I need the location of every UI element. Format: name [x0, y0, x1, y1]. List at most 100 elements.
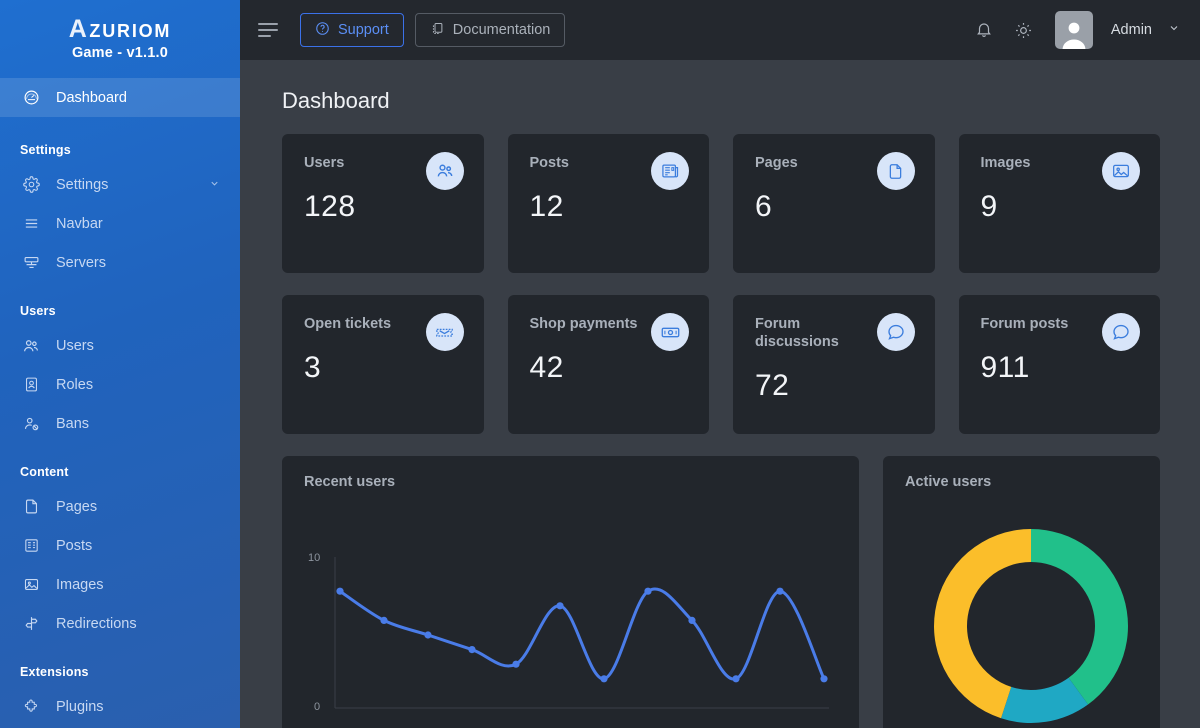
- charts-row: Recent users 10 0 Active users: [282, 456, 1160, 728]
- stat-card-users[interactable]: Users 128: [282, 134, 484, 273]
- documentation-button[interactable]: Documentation: [414, 13, 566, 47]
- menu-lines-icon: [20, 214, 42, 234]
- line-chart-point: [424, 631, 432, 639]
- users-icon: [425, 152, 464, 190]
- hamburger-icon[interactable]: [258, 16, 286, 44]
- sidebar-item-settings[interactable]: Settings: [0, 165, 240, 204]
- sidebar-item-plugins[interactable]: Plugins: [0, 687, 240, 726]
- comment-icon: [1102, 313, 1140, 351]
- chevron-down-icon: [209, 177, 220, 193]
- book-icon: [430, 21, 445, 40]
- brand-mark-letter: A: [68, 15, 89, 43]
- dashboard-content: Dashboard Users 128 Posts 12 Pages 6 Ima…: [240, 60, 1200, 728]
- image-icon: [20, 575, 42, 595]
- line-chart-point: [468, 646, 476, 654]
- sidebar-section-content: Content: [20, 465, 69, 479]
- sidebar-item-label: Pages: [56, 498, 98, 515]
- stat-cards-row-1: Users 128 Posts 12 Pages 6 Images 9: [282, 134, 1160, 273]
- stat-cards-row-2: Open tickets 3 Shop payments 42 Forum di…: [282, 295, 1160, 434]
- sidebar-item-label: Redirections: [56, 615, 137, 632]
- sidebar-item-posts[interactable]: Posts: [0, 526, 240, 565]
- stat-card-forum-discussions[interactable]: Forum discussions 72: [733, 295, 935, 434]
- stat-card-value: 128: [304, 190, 356, 224]
- sidebar-item-label: Plugins: [56, 698, 104, 715]
- roles-badge-icon: [20, 375, 42, 395]
- chart-title: Recent users: [304, 474, 396, 490]
- sidebar-item-images[interactable]: Images: [0, 565, 240, 604]
- stat-card-value: 911: [980, 351, 1030, 385]
- sidebar-section-extensions: Extensions: [20, 665, 89, 679]
- active-users-chart-card: Active users: [883, 456, 1160, 728]
- sidebar-item-roles[interactable]: Roles: [0, 365, 240, 404]
- documentation-button-label: Documentation: [452, 22, 551, 38]
- stat-card-label: Open tickets: [304, 316, 392, 332]
- sidebar-item-label: Images: [56, 576, 104, 593]
- puzzle-icon: [20, 697, 42, 717]
- sidebar-item-servers[interactable]: Servers: [0, 243, 240, 282]
- stat-card-value: 42: [529, 351, 564, 385]
- image-icon: [1102, 152, 1140, 190]
- line-chart-point: [644, 587, 652, 595]
- brand-wordmark: A ZURIOM: [69, 17, 171, 42]
- comment-icon: [876, 313, 915, 351]
- support-button-label: Support: [338, 22, 389, 38]
- user-avatar-icon: [1062, 22, 1086, 49]
- line-chart-point: [732, 675, 740, 683]
- question-circle-icon: [315, 21, 330, 40]
- stat-card-value: 72: [755, 369, 790, 403]
- stat-card-value: 3: [304, 351, 322, 385]
- sidebar-item-redirections[interactable]: Redirections: [0, 604, 240, 643]
- stat-card-images[interactable]: Images 9: [958, 134, 1160, 273]
- sidebar-item-label: Navbar: [56, 215, 103, 232]
- chevron-down-icon[interactable]: [1168, 21, 1180, 39]
- signpost-icon: [20, 614, 42, 634]
- app-root: A ZURIOM Game - v1.1.0 Dashboard Settings: [0, 0, 1200, 728]
- support-button[interactable]: Support: [300, 13, 404, 47]
- stat-card-pages[interactable]: Pages 6: [733, 134, 935, 273]
- line-chart-point: [512, 660, 520, 668]
- stat-card-forum-posts[interactable]: Forum posts 911: [958, 295, 1160, 434]
- line-chart-point: [556, 602, 564, 610]
- sidebar-item-dashboard[interactable]: Dashboard: [0, 78, 240, 117]
- stat-card-shop-payments[interactable]: Shop payments 42: [507, 295, 709, 434]
- server-icon: [20, 253, 42, 273]
- stat-card-label: Forum discussions: [755, 316, 839, 351]
- line-chart-body: 10 0: [304, 496, 839, 728]
- sidebar-item-bans[interactable]: Bans: [0, 404, 240, 443]
- dashboard-icon: [20, 88, 42, 108]
- users-icon: [20, 336, 42, 356]
- donut-slice: [1031, 529, 1128, 705]
- bell-icon[interactable]: [967, 13, 1001, 47]
- main-area: Support Documentation Admin Dashboard Us…: [240, 0, 1200, 728]
- stat-card-label: Pages: [755, 155, 798, 171]
- stat-card-open-tickets[interactable]: Open tickets 3: [282, 295, 484, 434]
- sidebar-section-settings: Settings: [20, 143, 71, 157]
- line-chart-point: [336, 587, 344, 595]
- sidebar: A ZURIOM Game - v1.1.0 Dashboard Settings: [0, 0, 240, 728]
- stat-card-posts[interactable]: Posts 12: [507, 134, 709, 273]
- recent-users-chart-card: Recent users 10 0: [282, 456, 859, 728]
- sidebar-item-users[interactable]: Users: [0, 326, 240, 365]
- active-users-donut-chart: [934, 529, 1128, 723]
- sidebar-item-label: Servers: [56, 254, 106, 271]
- topbar-right-group: Admin: [967, 11, 1180, 49]
- sun-icon[interactable]: [1007, 13, 1041, 47]
- ticket-icon: [425, 313, 464, 351]
- line-chart-point: [600, 675, 608, 683]
- brand-subtitle: Game - v1.1.0: [71, 45, 169, 61]
- newspaper-icon: [651, 152, 689, 190]
- line-chart-point: [776, 587, 784, 595]
- sidebar-item-navbar[interactable]: Navbar: [0, 204, 240, 243]
- user-name: Admin: [1110, 22, 1152, 38]
- sidebar-item-label: Dashboard: [56, 89, 127, 106]
- topbar: Support Documentation Admin: [240, 0, 1200, 60]
- brand-logo[interactable]: A ZURIOM Game - v1.1.0: [0, 0, 240, 78]
- user-ban-icon: [20, 414, 42, 434]
- brand-name: ZURIOM: [89, 21, 172, 41]
- sidebar-item-pages[interactable]: Pages: [0, 487, 240, 526]
- gear-icon: [20, 175, 42, 195]
- stat-card-label: Images: [980, 155, 1031, 171]
- stat-card-value: 9: [980, 190, 998, 224]
- avatar[interactable]: [1054, 11, 1093, 49]
- banknote-icon: [651, 313, 689, 351]
